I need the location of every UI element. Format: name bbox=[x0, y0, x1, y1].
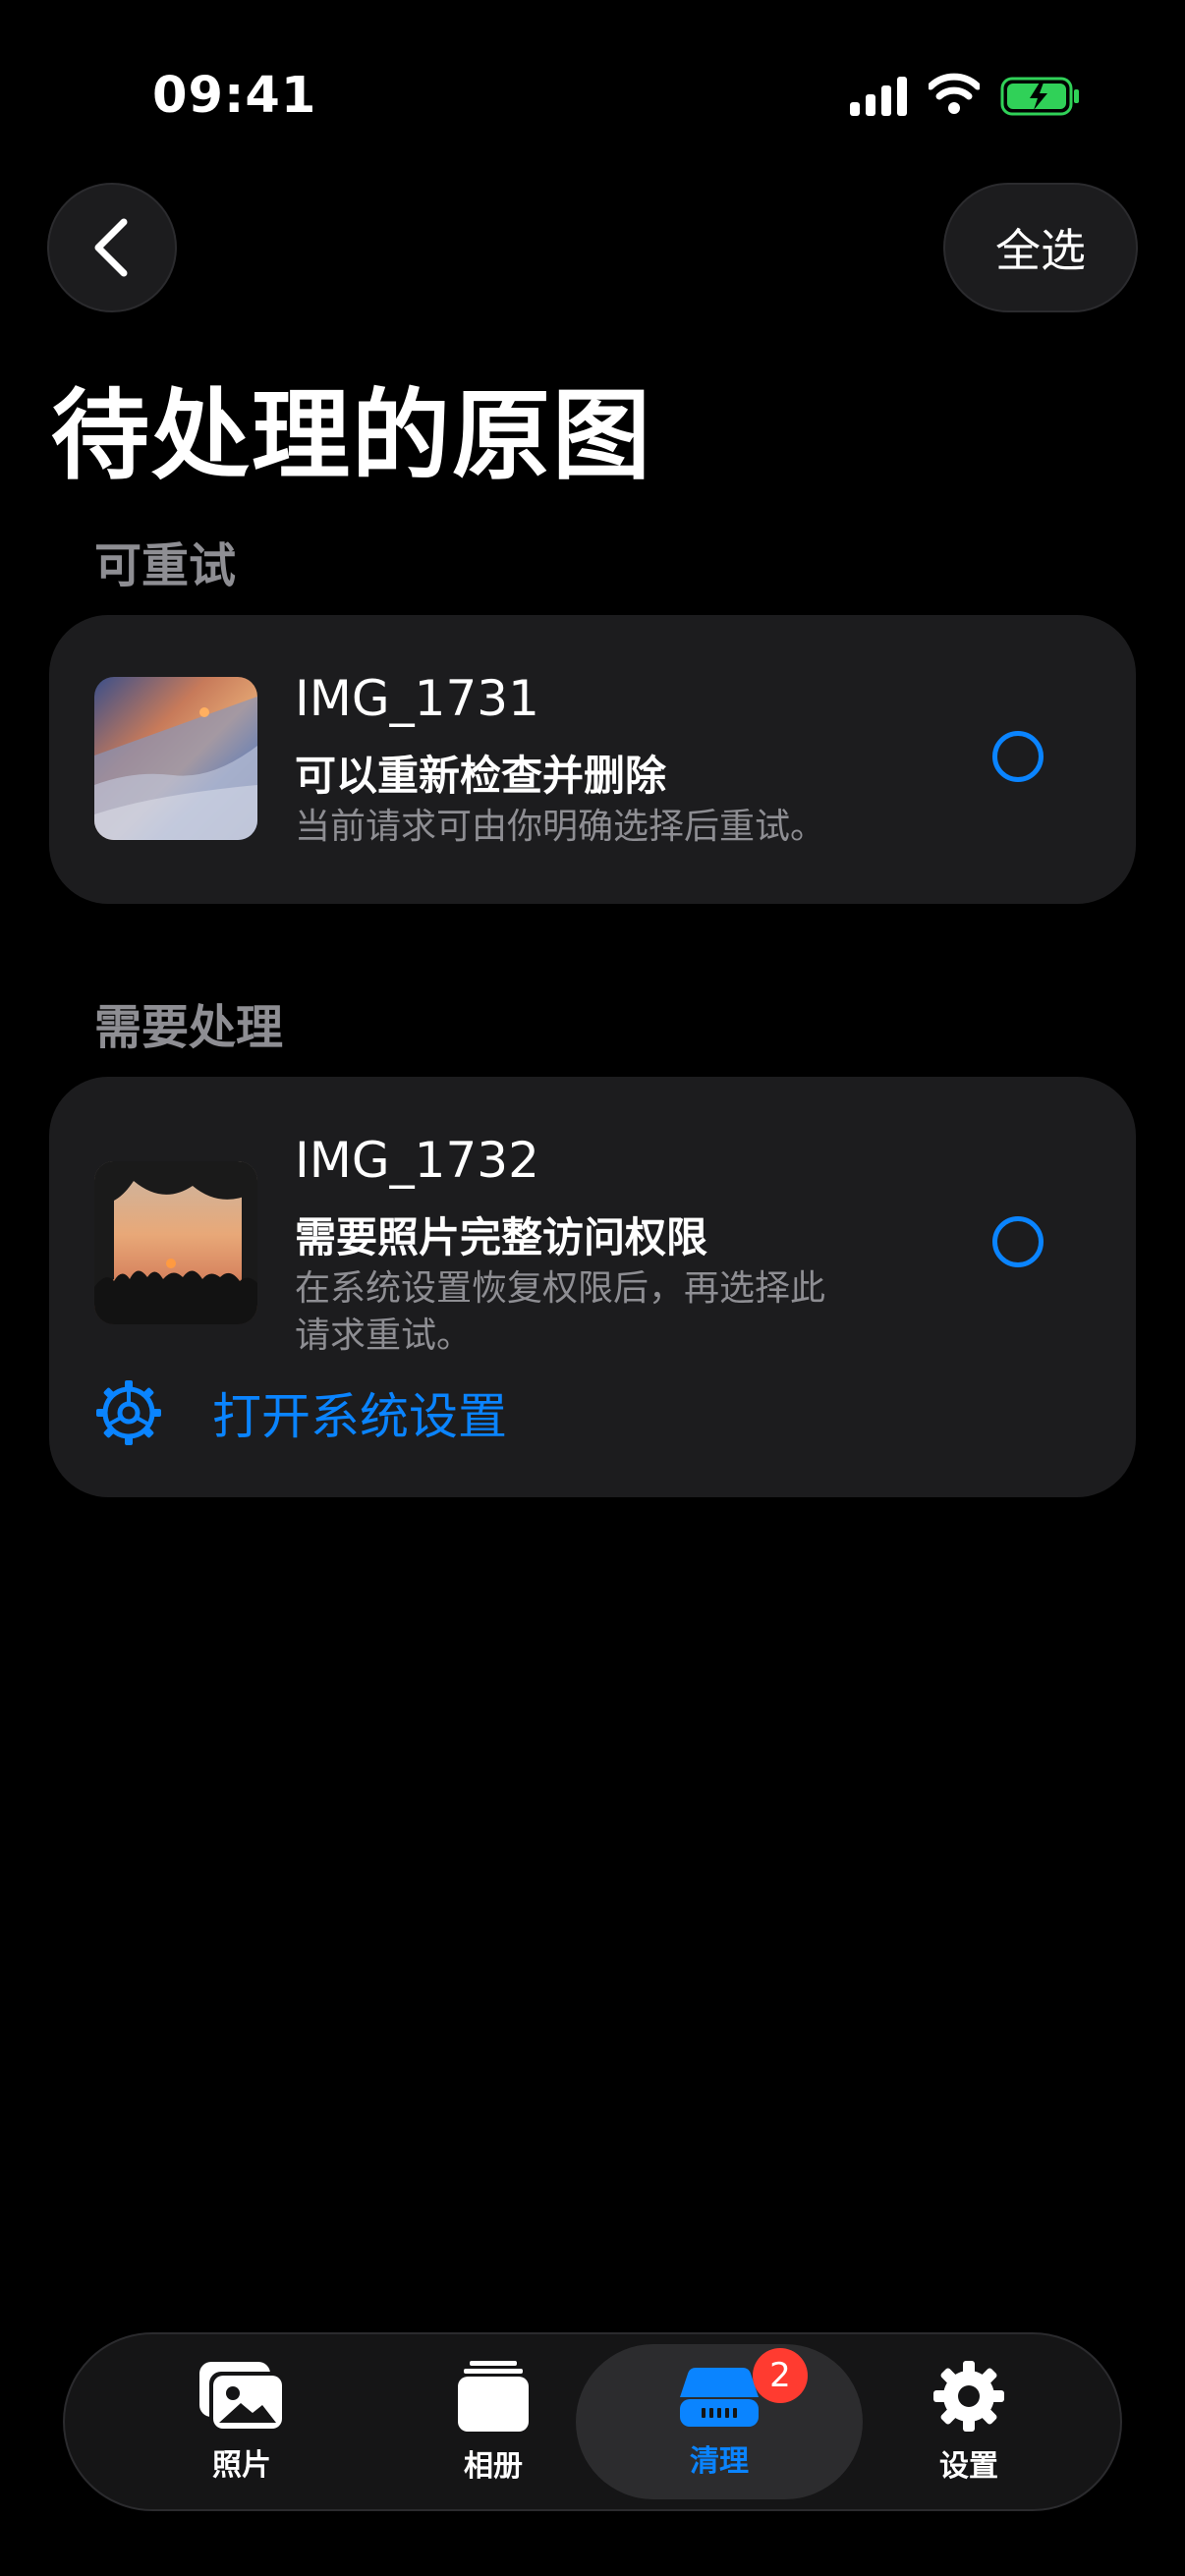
tab-albums[interactable]: 相册 bbox=[415, 2334, 572, 2509]
section-label-needs-action: 需要处理 bbox=[94, 1000, 284, 1055]
open-settings-link[interactable]: 打开系统设置 bbox=[94, 1377, 507, 1448]
storage-clean-icon bbox=[680, 2368, 759, 2427]
wifi-icon bbox=[929, 73, 980, 114]
select-all-button[interactable]: 全选 bbox=[943, 183, 1138, 312]
notification-badge: 2 bbox=[753, 2348, 808, 2403]
battery-charging-icon bbox=[1000, 77, 1079, 116]
item-description-line-1: 在系统设置恢复权限后，再选择此 bbox=[295, 1268, 826, 1309]
section-label-retryable: 可重试 bbox=[94, 538, 237, 593]
back-button[interactable] bbox=[47, 183, 177, 312]
tab-label: 设置 bbox=[939, 2449, 998, 2484]
item-description: 当前请求可由你明确选择后重试。 bbox=[295, 807, 826, 847]
status-time: 09:41 bbox=[152, 67, 317, 125]
tab-settings[interactable]: 设置 bbox=[890, 2334, 1047, 2509]
cellular-signal-icon bbox=[850, 77, 907, 116]
select-radio[interactable] bbox=[992, 1216, 1044, 1267]
photos-icon bbox=[199, 2362, 284, 2431]
page-title: 待处理的原图 bbox=[51, 378, 652, 493]
item-status: 需要照片完整访问权限 bbox=[295, 1213, 708, 1261]
chevron-left-icon bbox=[94, 218, 128, 277]
item-filename: IMG_1731 bbox=[295, 670, 539, 727]
action-item-card[interactable]: IMG_1732 需要照片完整访问权限 在系统设置恢复权限后，再选择此 请求重试… bbox=[49, 1077, 1136, 1497]
photo-thumbnail bbox=[94, 677, 257, 840]
item-description-line-2: 请求重试。 bbox=[295, 1316, 473, 1356]
gear-icon bbox=[933, 2361, 1004, 2432]
gear-icon bbox=[96, 1380, 161, 1445]
tab-label: 照片 bbox=[212, 2448, 271, 2483]
tab-label: 清理 bbox=[690, 2444, 749, 2479]
tab-bar: 照片 相册 清理 2 设置 bbox=[63, 2332, 1122, 2511]
select-radio[interactable] bbox=[992, 731, 1044, 782]
tab-photos[interactable]: 照片 bbox=[163, 2334, 320, 2509]
item-filename: IMG_1732 bbox=[295, 1132, 539, 1189]
tab-label: 相册 bbox=[464, 2449, 523, 2484]
tab-clean[interactable]: 清理 bbox=[576, 2344, 863, 2499]
albums-icon bbox=[458, 2361, 529, 2432]
open-settings-label: 打开系统设置 bbox=[212, 1388, 507, 1445]
retry-item-card[interactable]: IMG_1731 可以重新检查并删除 当前请求可由你明确选择后重试。 bbox=[49, 615, 1136, 904]
photo-thumbnail bbox=[94, 1161, 257, 1324]
item-status: 可以重新检查并删除 bbox=[295, 752, 667, 800]
